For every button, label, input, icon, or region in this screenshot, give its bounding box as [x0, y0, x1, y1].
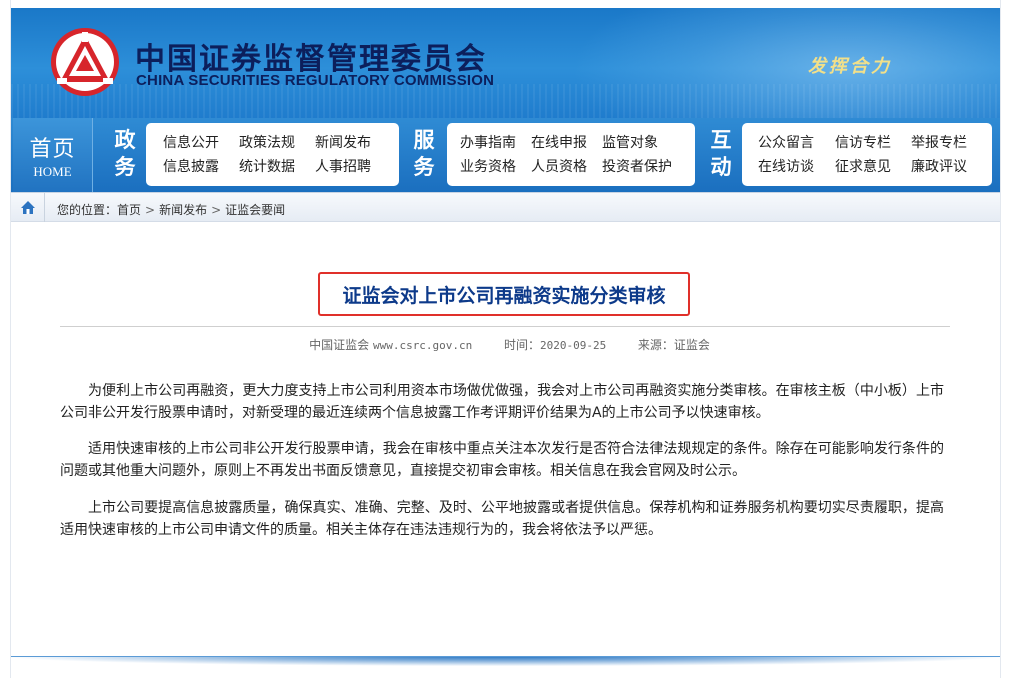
- title-divider: [60, 326, 950, 327]
- nav-item-regulated-entities[interactable]: 监管对象: [602, 132, 658, 152]
- nav-home-label-cn: 首页: [29, 137, 76, 162]
- breadcrumb: 您的位置：首页 > 新闻发布 > 证监会要闻: [11, 192, 1000, 222]
- nav-item-report-column[interactable]: 举报专栏: [911, 132, 967, 152]
- nav-item-policy-regulations[interactable]: 政策法规: [239, 132, 295, 152]
- slogan: 发挥合力: [808, 56, 892, 77]
- meta-source: 证监会: [673, 338, 710, 352]
- nav-menu-service: 办事指南 在线申报 监管对象 业务资格 人员资格 投资者保护: [447, 123, 695, 186]
- nav-item-statistics[interactable]: 统计数据: [239, 156, 295, 176]
- main-nav: 首页 HOME 政务 信息公开 政策法规 新闻发布 信息披露 统计数据 人事招聘…: [11, 118, 1000, 192]
- nav-item-online-filing[interactable]: 在线申报: [531, 132, 587, 152]
- breadcrumb-prefix: 您的位置：: [57, 203, 118, 217]
- nav-section-label-service: 服务: [413, 127, 435, 179]
- article-title-box: 证监会对上市公司再融资实施分类审核: [318, 272, 690, 316]
- site-banner: 中国证券监督管理委员会 CHINA SECURITIES REGULATORY …: [11, 8, 1000, 118]
- nav-section-label-interaction: 互动: [710, 127, 732, 179]
- nav-item-investor-protection[interactable]: 投资者保护: [602, 156, 672, 176]
- meta-source-label: 来源：: [637, 338, 674, 352]
- article-title: 证监会对上市公司再融资实施分类审核: [342, 284, 666, 307]
- footer-divider: [11, 656, 1000, 657]
- nav-item-online-interview[interactable]: 在线访谈: [758, 156, 814, 176]
- meta-site: 中国证监会: [309, 338, 370, 352]
- breadcrumb-home-button[interactable]: [11, 193, 45, 222]
- article-paragraph-3: 上市公司要提高信息披露质量，确保真实、准确、完整、及时、公平地披露或者提供信息。…: [60, 500, 944, 538]
- nav-item-business-qualification[interactable]: 业务资格: [460, 156, 516, 176]
- nav-home-button[interactable]: 首页 HOME: [13, 118, 93, 192]
- meta-time: 2020-09-25: [539, 339, 607, 352]
- nav-section-label-government: 政务: [114, 127, 136, 179]
- nav-item-integrity-evaluation[interactable]: 廉政评议: [911, 156, 967, 176]
- breadcrumb-item-current[interactable]: 证监会要闻: [225, 203, 285, 217]
- nav-item-personnel-qualification[interactable]: 人员资格: [531, 156, 587, 176]
- nav-item-info-disclosure[interactable]: 信息披露: [163, 156, 219, 176]
- breadcrumb-separator: >: [211, 203, 222, 217]
- meta-time-label: 时间：: [503, 338, 540, 352]
- nav-item-petition-column[interactable]: 信访专栏: [835, 132, 891, 152]
- meta-url: www.csrc.gov.cn: [372, 339, 473, 352]
- nav-home-label-en: HOME: [33, 164, 72, 179]
- article-meta: 中国证监会 www.csrc.gov.cn 时间：2020-09-25 来源：证…: [0, 336, 1019, 353]
- nav-menu-government: 信息公开 政策法规 新闻发布 信息披露 统计数据 人事招聘: [146, 123, 399, 186]
- nav-item-info-disclosure-public[interactable]: 信息公开: [163, 132, 219, 152]
- site-title-en: CHINA SECURITIES REGULATORY COMMISSION: [136, 72, 495, 89]
- footer-glow-line: [11, 656, 1000, 666]
- nav-item-recruitment[interactable]: 人事招聘: [315, 156, 371, 176]
- breadcrumb-item-news[interactable]: 新闻发布: [159, 203, 207, 217]
- article-paragraph-2: 适用快速审核的上市公司非公开发行股票申请，我会在审核中重点关注本次发行是否符合法…: [60, 441, 944, 479]
- article-paragraph-1: 为便利上市公司再融资，更大力度支持上市公司利用资本市场做优做强，我会对上市公司再…: [60, 383, 944, 421]
- nav-item-service-guide[interactable]: 办事指南: [460, 132, 516, 152]
- breadcrumb-separator: >: [145, 203, 156, 217]
- nav-item-news-release[interactable]: 新闻发布: [315, 132, 371, 152]
- nav-menu-interaction: 公众留言 信访专栏 举报专栏 在线访谈 征求意见 廉政评议: [742, 123, 992, 186]
- breadcrumb-item-home[interactable]: 首页: [117, 203, 141, 217]
- nav-item-solicit-opinions[interactable]: 征求意见: [835, 156, 891, 176]
- banner-stripes: [11, 84, 1000, 118]
- nav-item-public-message[interactable]: 公众留言: [758, 132, 814, 152]
- house-icon: [20, 201, 35, 214]
- breadcrumb-trail: 您的位置：首页 > 新闻发布 > 证监会要闻: [57, 201, 285, 218]
- csrc-logo-icon[interactable]: [49, 26, 121, 98]
